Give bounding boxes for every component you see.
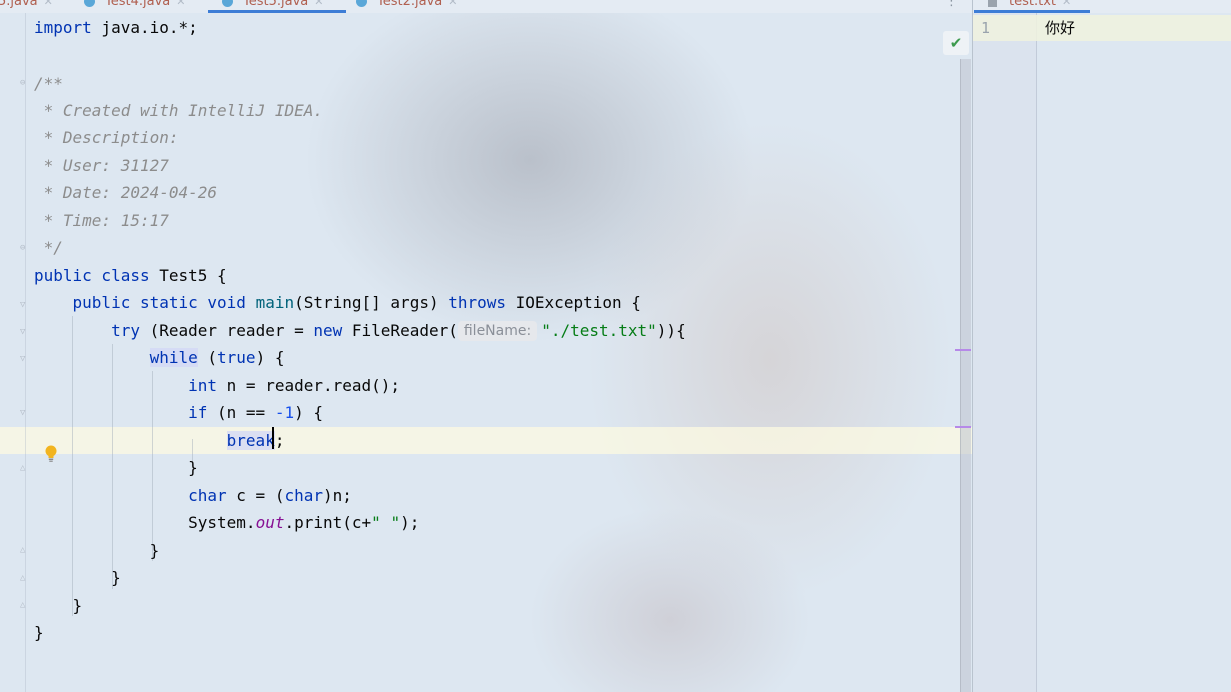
close-icon[interactable]: ✕ <box>44 0 53 8</box>
code-line-20: } <box>149 541 160 560</box>
code-line-16: break; <box>226 431 285 450</box>
more-tabs-icon[interactable]: ⋮ <box>945 0 958 12</box>
code-line-7: * Date: 2024-04-26 <box>34 183 218 202</box>
code-editor[interactable]: ⊖ ⊖ ▽ ▽ ▽ ▽ △ △ △ △ import java.io.*; /*… <box>0 13 972 692</box>
fold-icon[interactable]: ▽ <box>20 355 29 364</box>
parameter-hint: fileName: <box>457 321 538 341</box>
fold-icon[interactable]: △ <box>20 464 29 473</box>
editor-gutter <box>973 13 1037 692</box>
check-icon[interactable]: ✔ <box>943 31 969 55</box>
text-file-editor[interactable]: 1 你好 <box>972 13 1231 692</box>
text-caret <box>272 427 274 449</box>
tab-test2-java[interactable]: Test2.java ✕ <box>356 0 457 12</box>
code-line-23: } <box>34 623 44 642</box>
fold-icon[interactable]: ⊖ <box>20 244 29 253</box>
code-line-9: */ <box>34 238 63 257</box>
fold-icon[interactable]: ▽ <box>20 328 29 337</box>
tab-label: Test2.java <box>377 0 443 9</box>
fold-icon[interactable]: △ <box>20 546 29 555</box>
tab-label: Test4.java <box>105 0 171 9</box>
java-class-icon <box>356 0 367 7</box>
code-line-10: public class Test5 { <box>34 266 227 285</box>
close-icon[interactable]: ✕ <box>1062 0 1071 8</box>
code-line-8: * Time: 15:17 <box>34 211 169 230</box>
error-stripe-mark[interactable] <box>955 426 971 428</box>
pane-divider <box>972 0 973 13</box>
file-content-line: 你好 <box>1045 19 1076 37</box>
code-line-19: System.out.print(c+" "); <box>188 513 420 532</box>
vertical-scrollbar[interactable] <box>960 59 971 692</box>
tab-label: 5.java <box>0 0 38 9</box>
code-line-22: } <box>72 596 83 615</box>
close-icon[interactable]: ✕ <box>176 0 185 8</box>
code-line-12: try (Reader reader = new FileReader(file… <box>111 321 686 341</box>
java-class-icon <box>222 0 233 7</box>
code-line-13: while (true) { <box>149 348 285 367</box>
code-line-6: * User: 31127 <box>34 156 169 175</box>
fold-icon[interactable]: ▽ <box>20 409 29 418</box>
tab-test4-java[interactable]: Test4.java ✕ <box>84 0 185 12</box>
lightbulb-icon[interactable] <box>44 445 58 463</box>
code-line-15: if (n == -1) { <box>188 403 323 422</box>
line-number: 1 <box>981 19 991 37</box>
fold-icon[interactable]: ⊖ <box>20 79 29 88</box>
editor-tab-strip: 5.java ✕ Test4.java ✕ Test5.java ✕ Test2.ja… <box>0 0 1231 13</box>
text-file-icon <box>988 0 997 7</box>
code-line-3: /** <box>34 74 63 93</box>
java-class-icon <box>84 0 95 7</box>
tab-label: Test5.java <box>243 0 309 9</box>
fold-icon[interactable]: ▽ <box>20 301 29 310</box>
code-line-17: } <box>188 458 198 477</box>
code-line-11: public static void main(String[] args) t… <box>72 293 641 312</box>
code-line-21: } <box>111 568 121 587</box>
close-icon[interactable]: ✕ <box>314 0 323 8</box>
code-line-14: int n = reader.read(); <box>188 376 401 395</box>
fold-icon[interactable]: △ <box>20 574 29 583</box>
code-line-18: char c = (char)n; <box>188 486 352 505</box>
editor-gutter: ⊖ ⊖ ▽ ▽ ▽ ▽ △ △ △ △ <box>0 13 26 692</box>
code-line-1: import java.io.*; <box>34 18 198 37</box>
fold-icon[interactable]: △ <box>20 601 29 610</box>
tab-5-java[interactable]: 5.java ✕ <box>0 0 53 12</box>
error-stripe-mark[interactable] <box>955 349 971 351</box>
code-line-5: * Description: <box>34 128 179 147</box>
current-line-highlight <box>973 15 1231 41</box>
tab-label: test.txt <box>1009 0 1056 9</box>
code-line-4: * Created with IntelliJ IDEA. <box>34 101 323 120</box>
close-icon[interactable]: ✕ <box>448 0 457 8</box>
